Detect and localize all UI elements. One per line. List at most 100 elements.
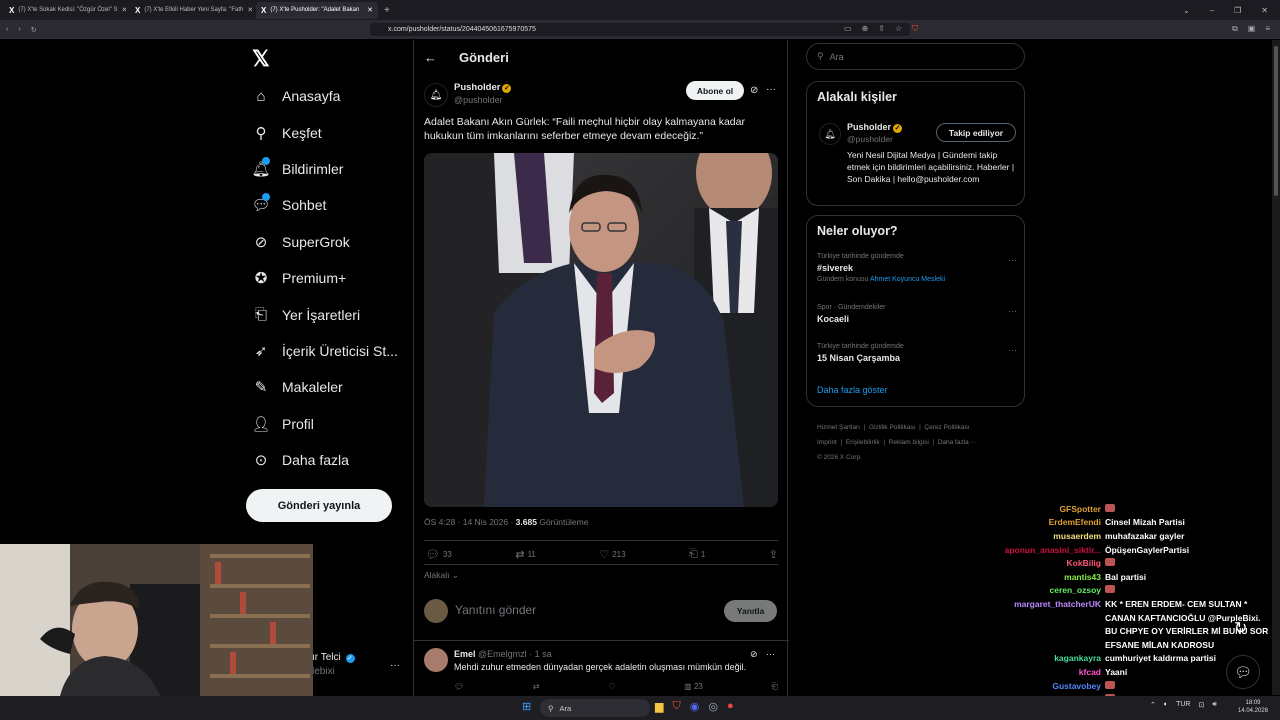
new-tab-icon[interactable]: + [384,5,390,16]
share-action[interactable]: ⇪ [769,548,778,561]
sidebar-item-profile[interactable]: 👤︎ Profil [250,406,398,442]
language-indicator[interactable]: TUR [1176,701,1190,709]
sidebar-item-creator-studio[interactable]: ➶ İçerik Üreticisi St... [250,333,398,369]
trend-item[interactable]: Türkiye tarihinde gündemde #siverek Günd… [817,253,1017,283]
like-action[interactable]: ♡ 213 [599,548,625,561]
discord-icon[interactable]: ◉ [690,700,700,713]
extensions-icon[interactable]: ⧉ [1232,24,1238,34]
sidebar-item-articles[interactable]: ✎ Makaleler [250,369,398,405]
sidebar-item-more[interactable]: ⊙ Daha fazla [250,442,398,478]
wallet-icon[interactable]: ▣ [1248,24,1256,34]
bookmark-star-icon[interactable]: ☆ [895,24,902,34]
x-logo-icon[interactable]: 𝕏 [252,46,270,72]
more-dots-icon[interactable]: ··· [390,660,400,671]
bookmark-action[interactable]: ⎗ 1 [689,548,705,561]
trend-item[interactable]: Türkiye tarihinde gündemde 15 Nisan Çarş… [817,343,1017,363]
chat-username[interactable]: Gustavobey [930,681,1105,691]
close-icon[interactable]: ✕ [121,6,126,14]
bookmark-icon[interactable]: ⎗ [772,682,778,692]
chat-username[interactable]: kfcad [930,667,1105,677]
maximize-icon[interactable]: ❐ [1234,6,1241,15]
steam-icon[interactable]: ◎ [708,700,718,713]
sidebar-item-chat[interactable]: 💬︎ Sohbet [250,187,398,223]
retweet-action[interactable]: ⇄ 11 [515,548,536,561]
windows-start-icon[interactable]: ⊞ [522,700,531,713]
chevron-down-icon[interactable]: ⌄ [1183,6,1190,15]
author-handle[interactable]: @pusholder [454,95,503,105]
more-dots-icon[interactable]: ··· [1008,306,1017,316]
author-name[interactable]: Pusholder ✓ [454,82,512,93]
chat-username[interactable]: ErdemEfendi [930,517,1105,527]
close-window-icon[interactable]: ✕ [1261,6,1268,15]
volume-icon[interactable]: 🔊︎ [1212,701,1216,709]
show-more-link[interactable]: Daha fazla göster [817,385,888,395]
trend-item[interactable]: Spor · Gündemdekiler Kocaeli ··· [817,304,1017,324]
search-input[interactable]: ⚲ Ara [806,43,1025,70]
reply-input[interactable]: Yanıtını gönder [455,603,536,617]
sidebar-item-bookmarks[interactable]: ⎗ Yer İşaretleri [250,296,398,332]
more-dots-icon[interactable]: ··· [766,649,775,659]
more-dots-icon[interactable]: ··· [1008,345,1017,355]
grok-icon[interactable]: ⊘ [750,649,758,660]
avatar[interactable] [424,648,448,672]
address-field[interactable]: x.com/pusholder/status/20440450616759705… [370,23,910,36]
following-button[interactable]: Takip ediliyor [936,123,1016,142]
brave-shield-icon[interactable]: ⛉ [912,24,918,34]
close-icon[interactable]: ✕ [247,6,252,14]
views-action[interactable]: ▥ 23 [684,682,703,692]
back-arrow-icon[interactable]: ← [424,50,437,65]
back-icon[interactable]: ‹ [6,26,8,33]
sidebar-item-notifications[interactable]: 🔔︎ Bildirimler [250,151,398,187]
brave-browser-icon[interactable]: ⛉ [672,700,680,713]
browser-tab-active[interactable]: X (7) X'te Pusholder: "Adalet Bakan ✕ [256,1,378,19]
reply-icon[interactable]: 💬︎ [454,682,464,692]
chat-username[interactable]: ceren_ozsoy [930,585,1105,595]
app-icon[interactable]: ● [727,700,734,713]
sidebar-item-premium[interactable]: ✪ Premium+ [250,260,398,296]
sidebar-item-explore[interactable]: ⚲ Keşfet [250,114,398,150]
close-icon[interactable]: ✕ [367,6,373,14]
reader-icon[interactable]: ▭ [844,24,852,34]
reply-button[interactable]: Yanıtla [724,600,777,622]
refresh-icon[interactable]: ↻ [1234,618,1247,638]
speaker-icon[interactable]: 🔈︎ [1164,701,1168,709]
avatar[interactable]: 🔔︎ [424,83,448,107]
chat-username[interactable]: KokBilig [930,558,1105,568]
sidebar-item-home[interactable]: ⌂ Anasayfa [250,78,398,114]
person-name[interactable]: Pusholder ✓ [847,122,903,133]
grok-icon[interactable]: ⊘ [750,85,758,96]
share-icon[interactable]: ⇪ [878,24,885,34]
taskbar-search[interactable]: ⚲ Ara [540,699,650,717]
zoom-icon[interactable]: ⊕ [862,24,869,34]
post-button[interactable]: Gönderi yayınla [246,489,392,522]
chat-bubble-icon[interactable]: 💬︎ [1226,655,1260,689]
chevron-up-icon[interactable]: ⌃ [1150,701,1156,709]
chat-username[interactable]: kagankayra [930,653,1105,663]
forward-icon[interactable]: › [18,26,20,33]
tweet-photo[interactable] [424,153,778,507]
reload-icon[interactable]: ↻ [31,26,37,34]
chat-username[interactable]: GFSpotter [930,504,1105,514]
clock[interactable]: 18:09 14.04.2026 [1238,699,1268,715]
menu-icon[interactable]: ≡ [1265,24,1270,34]
more-dots-icon[interactable]: ··· [1008,255,1017,265]
avatar[interactable]: 🔔︎ [819,123,841,145]
chat-username[interactable]: mantis43 [930,572,1105,582]
related-dropdown[interactable]: Alakalı ⌄ [424,570,459,581]
subscribe-button[interactable]: Abone ol [686,81,744,100]
network-icon[interactable]: ⊡ [1198,701,1204,709]
retweet-icon[interactable]: ⇄ [533,682,540,692]
reply-action[interactable]: 💬︎ 33 [426,548,452,561]
file-explorer-icon[interactable]: ▆ [655,700,663,713]
comment-author[interactable]: Emel @Emelgmzl · 1 sa [454,649,552,659]
chat-username[interactable]: margaret_thatcherUK [930,599,1105,609]
minimize-icon[interactable]: – [1210,6,1214,15]
browser-tab[interactable]: X (7) X'te Etkili Haber Yeni Sayfa: "Fath… [130,2,252,19]
chat-username[interactable]: aponun_anasini_siktir... [930,545,1105,555]
sidebar-item-supergrok[interactable]: ⊘ SuperGrok [250,224,398,260]
account-switcher[interactable]: ır Telci ✓ lebixi [312,652,355,677]
browser-tab[interactable]: X (7) X'te Sokak Kedisi: "Özgür Özel" S ✕ [4,2,126,19]
heart-icon[interactable]: ♡ [608,682,615,692]
chat-username[interactable]: musaerdem [930,531,1105,541]
more-dots-icon[interactable]: ··· [766,84,776,95]
